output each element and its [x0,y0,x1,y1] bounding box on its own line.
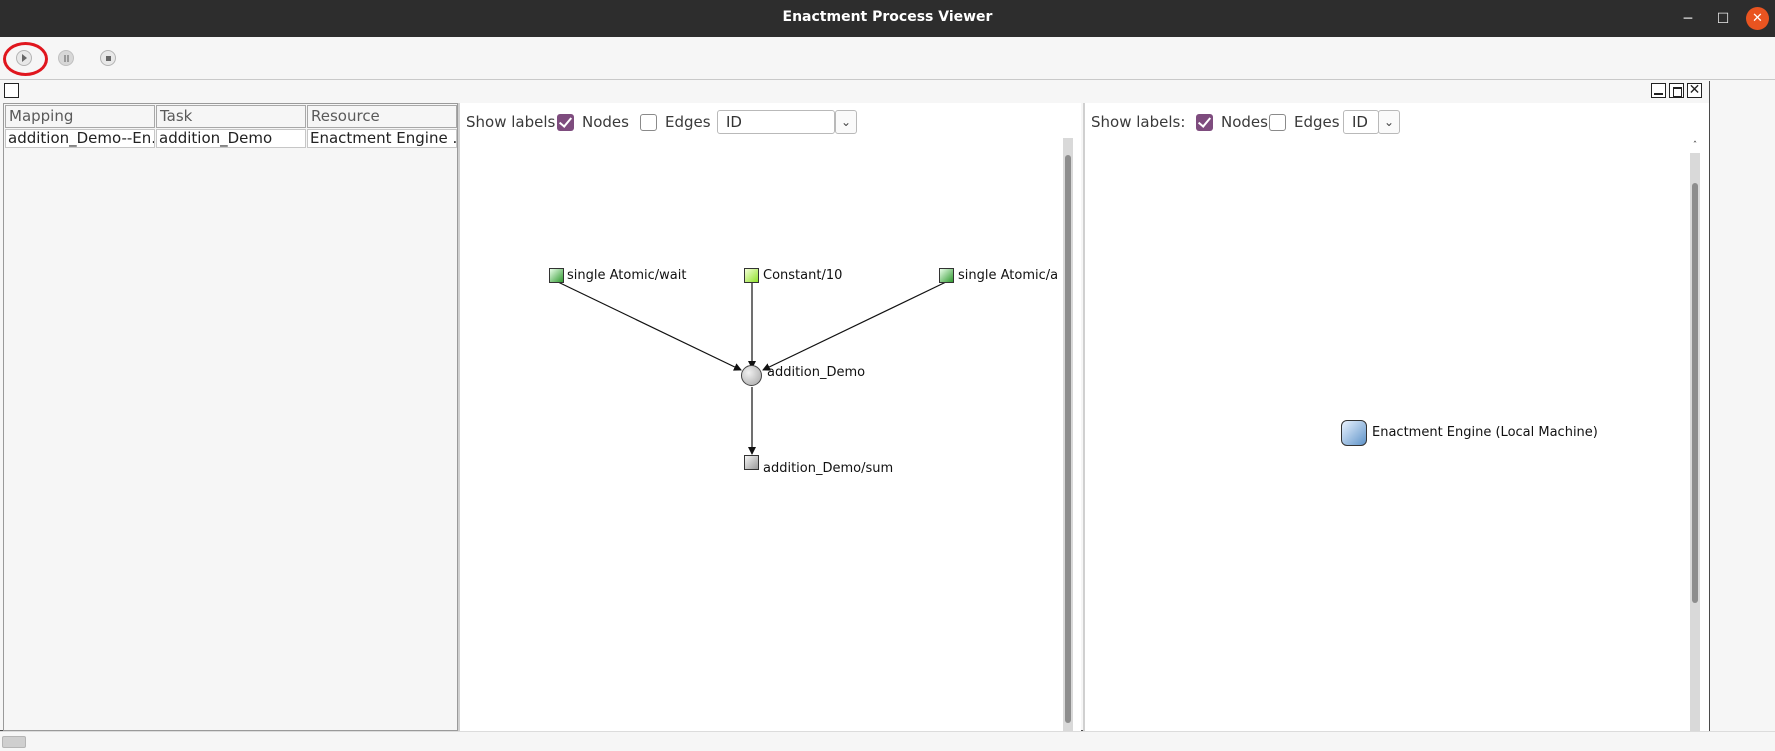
edges-checkbox-label: Edges [1294,113,1340,131]
graph-edge [557,281,742,371]
stop-icon [106,56,111,61]
table-cell-task[interactable]: addition_Demo [156,129,306,148]
data-node-a[interactable] [939,268,954,283]
process-graph-canvas [557,281,947,455]
column-header-task[interactable]: Task [156,105,306,128]
nodes-checkbox-label: Nodes [1221,113,1268,131]
node-label: Enactment Engine (Local Machine) [1372,425,1598,440]
scrollbar-thumb[interactable] [1065,155,1071,723]
frame-toggle-box[interactable] [4,83,19,98]
scroll-up-arrow-icon[interactable]: ˆ [1690,141,1700,151]
node-label: addition_Demo/sum [763,461,894,476]
minimize-window-button[interactable]: ─ [1677,8,1699,30]
column-header-resource[interactable]: Resource [307,105,457,128]
chevron-down-icon[interactable]: ⌄ [1378,110,1400,134]
task-node-addition-demo[interactable] [741,365,762,386]
scrollbar-thumb[interactable] [1692,183,1698,603]
horizontal-scrollbar[interactable] [0,731,1775,751]
vertical-scrollbar[interactable] [1690,153,1700,731]
app-window: Enactment Process Viewer ─ ☐ ✕ ✕ Mapping… [0,0,1775,751]
play-button-highlight-annotation [3,42,48,76]
pause-icon [64,55,69,62]
process-graph-panel: Show labels: Nodes Edges ID ⌄ single Ato… [458,103,1081,731]
label-type-select[interactable]: ID [1343,110,1379,134]
window-title: Enactment Process Viewer [782,9,993,25]
graph-edge [762,281,947,371]
frame-restore-button[interactable] [1669,83,1684,98]
edges-checkbox[interactable] [1269,114,1286,131]
vertical-scrollbar[interactable] [1063,138,1073,731]
frame-close-button[interactable]: ✕ [1687,83,1702,98]
close-window-button[interactable]: ✕ [1746,7,1769,30]
node-label: Constant/10 [763,268,843,283]
resource-graph-panel: Show labels: Nodes Edges ID ⌄ Enactment … [1083,103,1709,731]
show-labels-label: Show labels: [1091,113,1186,131]
node-label: single Atomic/wait [567,268,687,283]
node-label: single Atomic/a [958,268,1059,283]
table-cell-resource[interactable]: Enactment Engine ... [307,129,457,148]
title-bar: Enactment Process Viewer ─ ☐ ✕ [0,0,1775,37]
nodes-checkbox[interactable] [1196,114,1213,131]
frame-minimize-button[interactable] [1651,83,1666,98]
node-label: addition_Demo [767,365,866,380]
data-node-wait[interactable] [549,268,564,283]
data-node-sum[interactable] [744,455,759,470]
mapping-table: Mapping Task Resource addition_Demo--En.… [3,103,458,731]
toolbar [0,37,1775,80]
table-cell-mapping[interactable]: addition_Demo--En... [5,129,155,148]
maximize-window-button[interactable]: ☐ [1712,8,1734,30]
column-header-mapping[interactable]: Mapping [5,105,155,128]
resource-node-enactment-engine[interactable] [1341,420,1367,446]
scrollbar-thumb[interactable] [2,736,26,748]
stop-button[interactable] [100,50,116,66]
pause-button[interactable] [58,50,74,66]
data-node-constant[interactable] [744,268,759,283]
